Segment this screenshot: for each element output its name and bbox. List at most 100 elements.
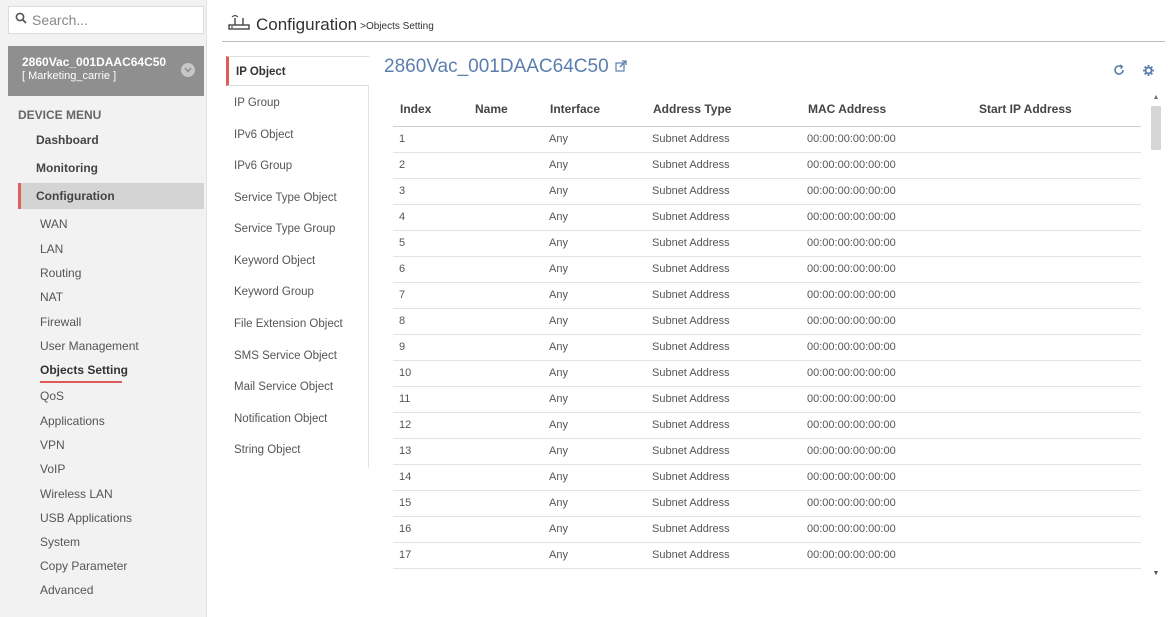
refresh-button[interactable] (1111, 64, 1127, 80)
object-tab-service-type-object[interactable]: Service Type Object (226, 183, 369, 213)
object-tab-keyword-object[interactable]: Keyword Object (226, 246, 369, 276)
submenu-usb-applications[interactable]: USB Applications (40, 511, 132, 525)
cell-address-type: Subnet Address (646, 360, 801, 387)
cell-interface: Any (543, 178, 646, 205)
submenu-vpn[interactable]: VPN (40, 438, 65, 452)
table-row[interactable]: 7 Any Subnet Address 00:00:00:00:00:00 (393, 282, 1141, 309)
cell-mac-address: 00:00:00:00:00:00 (801, 256, 972, 283)
table-row[interactable]: 3 Any Subnet Address 00:00:00:00:00:00 (393, 178, 1141, 205)
scroll-thumb[interactable] (1151, 106, 1161, 150)
submenu-lan[interactable]: LAN (40, 242, 63, 256)
table-row[interactable]: 4 Any Subnet Address 00:00:00:00:00:00 (393, 204, 1141, 231)
cell-interface: Any (543, 438, 646, 465)
submenu-firewall[interactable]: Firewall (40, 315, 81, 329)
page-title: Configuration (256, 14, 358, 34)
object-tab-mail-service-object[interactable]: Mail Service Object (226, 372, 369, 402)
submenu-nat[interactable]: NAT (40, 290, 63, 304)
object-tab-keyword-group[interactable]: Keyword Group (226, 277, 369, 307)
column-header-index[interactable]: Index (393, 92, 468, 127)
table-row[interactable]: 2 Any Subnet Address 00:00:00:00:00:00 (393, 152, 1141, 179)
cell-index: 6 (393, 256, 468, 283)
submenu-user-management[interactable]: User Management (40, 339, 139, 353)
table-row[interactable]: 12 Any Subnet Address 00:00:00:00:00:00 (393, 412, 1141, 439)
table-row[interactable]: 10 Any Subnet Address 00:00:00:00:00:00 (393, 360, 1141, 387)
scroll-up-icon[interactable]: ▲ (1152, 92, 1160, 102)
cell-start-ip (972, 490, 1141, 517)
cell-address-type: Subnet Address (646, 386, 801, 413)
object-tab-ip-object[interactable]: IP Object (226, 56, 369, 86)
cell-mac-address: 00:00:00:00:00:00 (801, 360, 972, 387)
cell-interface: Any (543, 542, 646, 569)
chevron-down-icon[interactable] (181, 63, 195, 77)
active-underline (40, 381, 122, 383)
menu-configuration[interactable]: Configuration (18, 183, 204, 209)
submenu-wan[interactable]: WAN (40, 217, 68, 231)
cell-address-type: Subnet Address (646, 152, 801, 179)
submenu-wireless-lan[interactable]: Wireless LAN (40, 487, 113, 501)
cell-index: 7 (393, 282, 468, 309)
object-tab-file-extension-object[interactable]: File Extension Object (226, 309, 369, 339)
table-row[interactable]: 1 Any Subnet Address 00:00:00:00:00:00 (393, 126, 1141, 153)
table-row[interactable]: 8 Any Subnet Address 00:00:00:00:00:00 (393, 308, 1141, 335)
table-row[interactable]: 17 Any Subnet Address 00:00:00:00:00:00 (393, 542, 1141, 569)
submenu-routing[interactable]: Routing (40, 266, 81, 280)
table-row[interactable]: 13 Any Subnet Address 00:00:00:00:00:00 (393, 438, 1141, 465)
cell-index: 14 (393, 464, 468, 491)
cell-address-type: Subnet Address (646, 308, 801, 335)
cell-index: 2 (393, 152, 468, 179)
object-tab-service-type-group[interactable]: Service Type Group (226, 214, 369, 244)
cell-name (468, 464, 543, 491)
cell-interface: Any (543, 464, 646, 491)
cell-mac-address: 00:00:00:00:00:00 (801, 464, 972, 491)
menu-monitoring[interactable]: Monitoring (18, 155, 204, 181)
cell-name (468, 542, 543, 569)
table-scrollbar[interactable]: ▲ ▼ (1150, 92, 1162, 580)
object-tab-ipv6-group[interactable]: IPv6 Group (226, 151, 369, 181)
column-header-name[interactable]: Name (468, 92, 543, 127)
object-tab-notification-object[interactable]: Notification Object (226, 404, 369, 434)
object-tab-sms-service-object[interactable]: SMS Service Object (226, 341, 369, 371)
table-row[interactable]: 15 Any Subnet Address 00:00:00:00:00:00 (393, 490, 1141, 517)
object-tab-string-object[interactable]: String Object (226, 435, 369, 465)
external-link-icon[interactable] (615, 56, 627, 78)
cell-index: 17 (393, 542, 468, 569)
submenu-qos[interactable]: QoS (40, 389, 64, 403)
breadcrumb[interactable]: >Objects Setting (360, 21, 434, 32)
submenu-copy-parameter[interactable]: Copy Parameter (40, 559, 127, 573)
cell-mac-address: 00:00:00:00:00:00 (801, 152, 972, 179)
column-header-interface[interactable]: Interface (543, 92, 646, 127)
submenu-advanced[interactable]: Advanced (40, 583, 93, 597)
cell-mac-address: 00:00:00:00:00:00 (801, 282, 972, 309)
search-input[interactable]: Search... (8, 6, 204, 34)
object-tab-ipv6-object[interactable]: IPv6 Object (226, 120, 369, 150)
cell-mac-address: 00:00:00:00:00:00 (801, 230, 972, 257)
object-tab-ip-group[interactable]: IP Group (226, 88, 369, 118)
device-selector[interactable]: 2860Vac_001DAAC64C50 [ Marketing_carrie … (8, 46, 204, 96)
cell-mac-address: 00:00:00:00:00:00 (801, 308, 972, 335)
table-row[interactable]: 9 Any Subnet Address 00:00:00:00:00:00 (393, 334, 1141, 361)
cell-start-ip (972, 256, 1141, 283)
cell-index: 10 (393, 360, 468, 387)
table-row[interactable]: 14 Any Subnet Address 00:00:00:00:00:00 (393, 464, 1141, 491)
cell-mac-address: 00:00:00:00:00:00 (801, 178, 972, 205)
scroll-down-icon[interactable]: ▼ (1152, 568, 1160, 578)
cell-mac-address: 00:00:00:00:00:00 (801, 542, 972, 569)
gear-icon (1142, 63, 1154, 81)
table-row[interactable]: 6 Any Subnet Address 00:00:00:00:00:00 (393, 256, 1141, 283)
settings-button[interactable] (1140, 64, 1156, 80)
column-header-address-type[interactable]: Address Type (646, 92, 801, 127)
column-header-start-ip-address[interactable]: Start IP Address (972, 92, 1141, 127)
cell-address-type: Subnet Address (646, 230, 801, 257)
menu-dashboard[interactable]: Dashboard (18, 127, 204, 153)
table-row[interactable]: 16 Any Subnet Address 00:00:00:00:00:00 (393, 516, 1141, 543)
submenu-voip[interactable]: VoIP (40, 462, 65, 476)
column-header-mac-address[interactable]: MAC Address (801, 92, 972, 127)
table-row[interactable]: 5 Any Subnet Address 00:00:00:00:00:00 (393, 230, 1141, 257)
submenu-system[interactable]: System (40, 535, 80, 549)
submenu-objects-setting[interactable]: Objects Setting (40, 363, 128, 383)
submenu-applications[interactable]: Applications (40, 414, 105, 428)
cell-start-ip (972, 178, 1141, 205)
cell-name (468, 386, 543, 413)
cell-index: 15 (393, 490, 468, 517)
table-row[interactable]: 11 Any Subnet Address 00:00:00:00:00:00 (393, 386, 1141, 413)
